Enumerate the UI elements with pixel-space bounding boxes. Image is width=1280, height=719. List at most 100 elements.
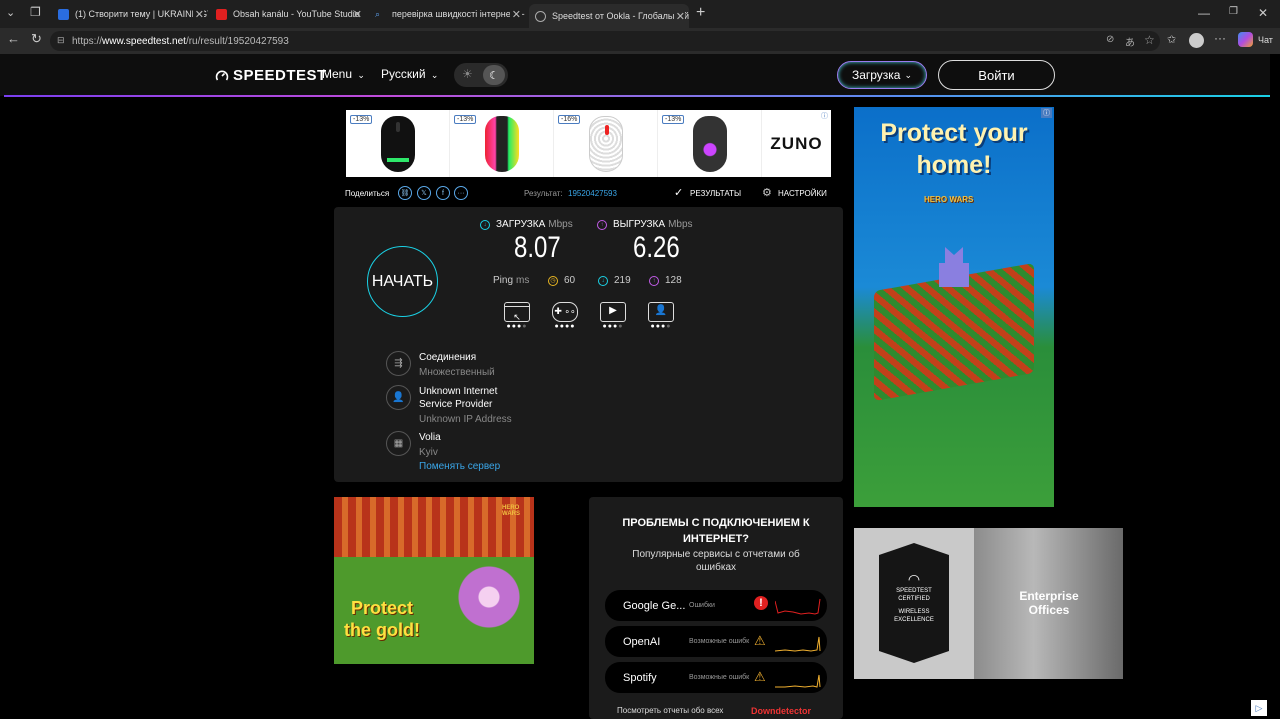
- sparkline-chart: [775, 674, 821, 688]
- tab-title: Obsah kanálu - YouTube Studio: [233, 9, 360, 19]
- close-tab-icon[interactable]: ✕: [673, 9, 685, 23]
- close-tab-icon[interactable]: ✕: [353, 8, 362, 21]
- service-google[interactable]: Google Ge... Ошибки !: [605, 590, 827, 621]
- minimize-icon[interactable]: —: [1198, 6, 1210, 20]
- ping-download-value: 219: [614, 275, 631, 286]
- link-icon[interactable]: ⛓: [398, 186, 412, 200]
- ping-text: Ping: [493, 275, 514, 286]
- tab-actions-icon[interactable]: ⌄: [6, 6, 15, 19]
- more-menu-icon[interactable]: ···: [1214, 31, 1226, 45]
- tab-speedtest[interactable]: Speedtest от Ookla - Глобальный ✕: [529, 4, 689, 28]
- new-tab-icon[interactable]: +: [696, 4, 705, 22]
- ad-hero-wars-small[interactable]: HERO WARS Protect the gold!: [334, 497, 534, 664]
- ad-headline: Protect your home!: [854, 117, 1054, 181]
- outage-subtitle: Популярные сервисы с отчетами об ошибках: [589, 548, 843, 574]
- browser-address-bar: ← ↻ ⊟ https://www.speedtest.net/ru/resul…: [0, 28, 1280, 54]
- language-dropdown[interactable]: Русский ⌄: [381, 67, 438, 81]
- chat-label[interactable]: Чат: [1258, 35, 1273, 45]
- url-input[interactable]: ⊟ https://www.speedtest.net/ru/result/19…: [50, 31, 1160, 51]
- back-icon[interactable]: ←: [7, 31, 20, 46]
- outage-title-line: ИНТЕРНЕТ?: [683, 533, 749, 545]
- browsing-quality[interactable]: ↖ ●●●●: [503, 302, 531, 330]
- tab-ukraine-gta[interactable]: (1) Створити тему | UKRAINE GTA ✕: [54, 4, 208, 24]
- gaming-quality[interactable]: ✚ ∘∘ ●●●●: [551, 302, 579, 330]
- tab-youtube-studio[interactable]: Obsah kanálu - YouTube Studio ✕: [212, 4, 366, 24]
- theme-toggle[interactable]: ☀ ☾: [454, 63, 508, 87]
- ad-product[interactable]: -13%: [658, 110, 762, 177]
- site-info-icon[interactable]: ⊟: [57, 35, 65, 46]
- close-window-icon[interactable]: ✕: [1258, 6, 1268, 20]
- service-name: Spotify: [623, 671, 657, 684]
- translate-icon[interactable]: あ: [1125, 34, 1135, 49]
- video-call-quality[interactable]: 👤 ●●●●: [647, 302, 675, 330]
- tab-search[interactable]: ⌕ перевірка швидкості інтернету - ✕: [371, 4, 525, 24]
- discount-badge: -16%: [558, 115, 581, 124]
- profile-avatar[interactable]: [1189, 33, 1204, 48]
- outage-subtitle-line: Популярные сервисы с отчетами об: [632, 549, 800, 560]
- menu-dropdown[interactable]: Menu ⌄: [322, 67, 365, 81]
- mouse-image: [588, 115, 623, 172]
- tracking-icon[interactable]: ⊘: [1106, 34, 1114, 45]
- favorite-star-icon[interactable]: ☆: [1144, 33, 1155, 47]
- server-city: Kyiv: [419, 447, 438, 458]
- ping-unit: ms: [516, 275, 530, 286]
- connections-title: Соединения: [419, 352, 477, 363]
- ad-banner-mice[interactable]: -13% -13% -16% -13% ZUNO ⓘ: [346, 110, 831, 177]
- download-apps-button[interactable]: Загрузка ⌄: [837, 61, 927, 89]
- user-icon: 👤: [386, 385, 411, 410]
- ad-info-icon[interactable]: ⓘ: [1041, 108, 1052, 118]
- speedometer-icon: ◠: [907, 571, 921, 587]
- warning-icon: ⚠: [754, 633, 766, 648]
- idle-latency-icon: ◷: [548, 275, 558, 286]
- change-server-link[interactable]: Поменять сервер: [419, 461, 500, 472]
- facebook-icon[interactable]: f: [436, 186, 450, 200]
- upload-arrow-icon: ↑: [597, 219, 607, 230]
- search-favicon-icon: ⌕: [375, 8, 381, 19]
- ad-info-icon[interactable]: ⓘ: [821, 111, 828, 121]
- ad-enterprise[interactable]: ◠ SPEEDTEST CERTIFIED WIRELESS EXCELLENC…: [854, 528, 1123, 679]
- outage-subtitle-line: ошибках: [695, 562, 737, 573]
- maximize-icon[interactable]: ❐: [1229, 6, 1238, 17]
- settings-link[interactable]: НАСТРОЙКИ: [778, 189, 827, 198]
- copilot-icon[interactable]: [1238, 32, 1253, 47]
- login-button[interactable]: Войти: [938, 60, 1055, 90]
- hero-wars-logo: HERO WARS: [502, 505, 520, 517]
- moon-icon: ☾: [483, 65, 505, 85]
- service-status: Ошибки: [689, 602, 715, 609]
- share-label: Поделиться: [345, 189, 390, 198]
- menu-label: Menu: [322, 67, 353, 81]
- ad-product[interactable]: -13%: [346, 110, 450, 177]
- badge-text: SPEEDTEST: [896, 588, 932, 594]
- ad-choices-icon[interactable]: ▷: [1251, 700, 1267, 716]
- more-share-icon[interactable]: ···: [454, 186, 468, 200]
- streaming-quality[interactable]: ▶ ●●●●: [599, 302, 627, 330]
- service-openai[interactable]: OpenAI Возможные ошибк ⚠: [605, 626, 827, 657]
- discount-badge: -13%: [350, 115, 373, 124]
- refresh-icon[interactable]: ↻: [31, 31, 42, 47]
- results-link[interactable]: РЕЗУЛЬТАТЫ: [690, 189, 741, 198]
- ad-hero-wars-tall[interactable]: Protect your home! HERO WARS ⓘ: [854, 107, 1054, 507]
- x-twitter-icon[interactable]: 𝕏: [417, 186, 431, 200]
- ad-product[interactable]: -13%: [450, 110, 554, 177]
- close-tab-icon[interactable]: ✕: [192, 7, 204, 21]
- url-path: /ru/result/19520427593: [185, 35, 289, 47]
- speedtest-logo[interactable]: SPEEDTEST: [215, 67, 327, 84]
- service-spotify[interactable]: Spotify Возможные ошибк ⚠: [605, 662, 827, 693]
- downdetector-logo[interactable]: Downdetector: [751, 706, 811, 716]
- outage-footer-link[interactable]: Посмотреть отчеты обо всех: [617, 706, 723, 715]
- speedtest-favicon-icon: [535, 10, 546, 22]
- isp-name: Unknown Internet: [419, 386, 498, 397]
- download-arrow-icon: ↓: [480, 219, 490, 230]
- discount-badge: -13%: [454, 115, 477, 124]
- close-tab-icon[interactable]: ✕: [509, 7, 521, 21]
- favorites-icon[interactable]: ✩: [1167, 33, 1176, 46]
- result-id-link[interactable]: 19520427593: [568, 189, 617, 198]
- discount-badge: -13%: [662, 115, 685, 124]
- gauge-icon: [215, 70, 229, 80]
- ping-idle-value: 60: [564, 275, 576, 286]
- upload-label: ВЫГРУЗКА: [613, 219, 666, 230]
- start-button[interactable]: НАЧАТЬ: [367, 246, 438, 317]
- ad-product[interactable]: -16%: [554, 110, 658, 177]
- upload-unit: Mbps: [668, 219, 693, 230]
- workspaces-icon[interactable]: ❐: [30, 5, 41, 19]
